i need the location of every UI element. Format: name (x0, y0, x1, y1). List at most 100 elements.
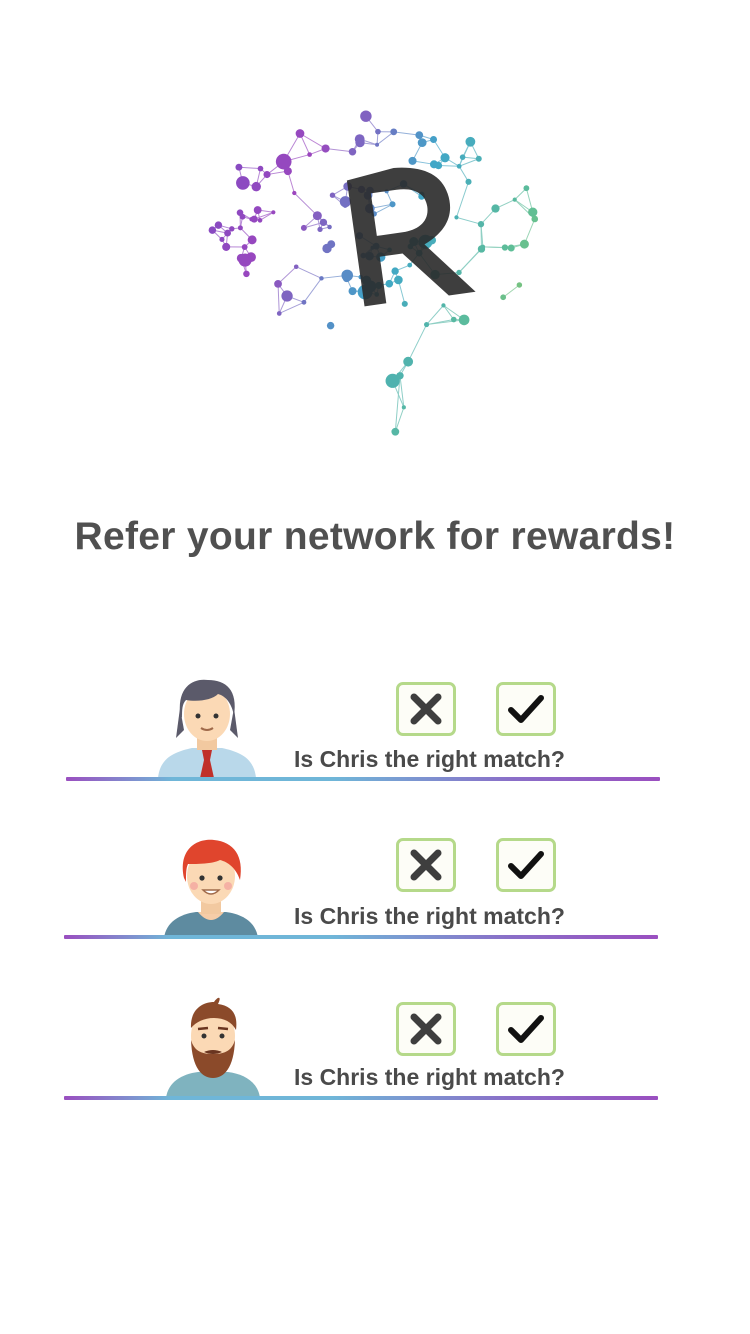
network-node (440, 153, 450, 163)
check-icon (508, 851, 544, 879)
network-node (295, 129, 305, 138)
network-node (403, 356, 414, 367)
network-node (500, 294, 507, 301)
network-node (516, 282, 523, 288)
check-icon (508, 1015, 544, 1043)
network-node (501, 244, 509, 251)
network-node (429, 160, 439, 169)
divider (66, 777, 660, 781)
match-question: Is Chris the right match? (294, 746, 565, 772)
network-node (247, 235, 257, 245)
match-card: Is Chris the right match? (60, 650, 665, 781)
network-node (348, 148, 357, 156)
network-node (319, 218, 328, 227)
network-node (327, 240, 336, 249)
divider (64, 1096, 658, 1100)
r-letter (346, 167, 476, 307)
x-icon (410, 693, 442, 725)
network-node (441, 303, 446, 308)
red-hair-woman-avatar (156, 828, 266, 938)
network-node (423, 321, 430, 328)
network-node (458, 314, 470, 326)
network-node (394, 275, 403, 285)
network-node (415, 131, 424, 140)
network-node (312, 211, 322, 221)
match-card: Is Chris the right match? (60, 970, 665, 1100)
network-node (456, 163, 462, 169)
network-node (300, 224, 307, 231)
reject-button[interactable] (396, 838, 456, 892)
network-node (396, 372, 404, 380)
network-node (222, 242, 231, 251)
network-node (430, 136, 438, 144)
reject-button[interactable] (396, 1002, 456, 1056)
network-node (459, 154, 466, 160)
network-node (329, 192, 336, 198)
network-node (307, 152, 312, 157)
match-question: Is Chris the right match? (294, 1064, 565, 1090)
reject-button[interactable] (396, 682, 456, 736)
network-node (317, 226, 323, 233)
accept-button[interactable] (496, 682, 556, 736)
brain-network-r-logo (195, 105, 565, 450)
network-node (450, 316, 457, 323)
network-node (241, 244, 248, 250)
network-node (276, 311, 282, 316)
network-node (271, 210, 276, 215)
accept-button[interactable] (496, 838, 556, 892)
network-node (292, 190, 297, 196)
network-node (341, 269, 354, 282)
network-node (239, 213, 246, 220)
bearded-man-avatar (158, 988, 268, 1098)
network-node (275, 153, 292, 170)
network-node (477, 221, 485, 228)
network-node (250, 215, 258, 223)
network-node (391, 267, 399, 275)
network-node (512, 197, 517, 202)
network-node (355, 137, 365, 148)
network-node (236, 253, 246, 263)
network-node (257, 217, 263, 223)
page-title: Refer your network for rewards! (74, 515, 676, 558)
network-node (326, 321, 335, 330)
network-node (401, 300, 408, 307)
match-question: Is Chris the right match? (294, 903, 565, 929)
network-node (251, 181, 261, 192)
network-node (456, 269, 462, 276)
network-node (401, 405, 406, 410)
network-node (475, 155, 482, 162)
network-node (237, 225, 243, 231)
network-node (219, 236, 225, 243)
network-node (465, 178, 472, 185)
network-node (301, 299, 307, 305)
network-node (417, 138, 427, 148)
network-node (408, 156, 417, 165)
network-node (236, 176, 250, 190)
network-node (407, 262, 413, 268)
network-node (253, 206, 262, 214)
network-node (391, 427, 400, 436)
x-icon (410, 849, 442, 881)
network-node (523, 185, 530, 192)
network-node (528, 207, 538, 217)
man-with-tie-avatar (152, 668, 262, 778)
network-node (243, 270, 250, 278)
network-node (477, 245, 486, 253)
accept-button[interactable] (496, 1002, 556, 1056)
network-node (465, 136, 476, 147)
x-icon (410, 1013, 442, 1045)
network-node (293, 264, 299, 269)
network-node (327, 224, 332, 230)
network-node (257, 165, 264, 172)
network-node (375, 142, 380, 147)
network-node (360, 110, 372, 122)
match-card: Is Chris the right match? (60, 810, 665, 940)
network-node (358, 288, 363, 293)
network-node (274, 279, 282, 288)
network-node (519, 239, 529, 249)
divider (64, 935, 658, 939)
network-node (491, 204, 500, 213)
network-node (208, 226, 217, 234)
network-node (385, 279, 394, 288)
network-node (235, 163, 243, 171)
